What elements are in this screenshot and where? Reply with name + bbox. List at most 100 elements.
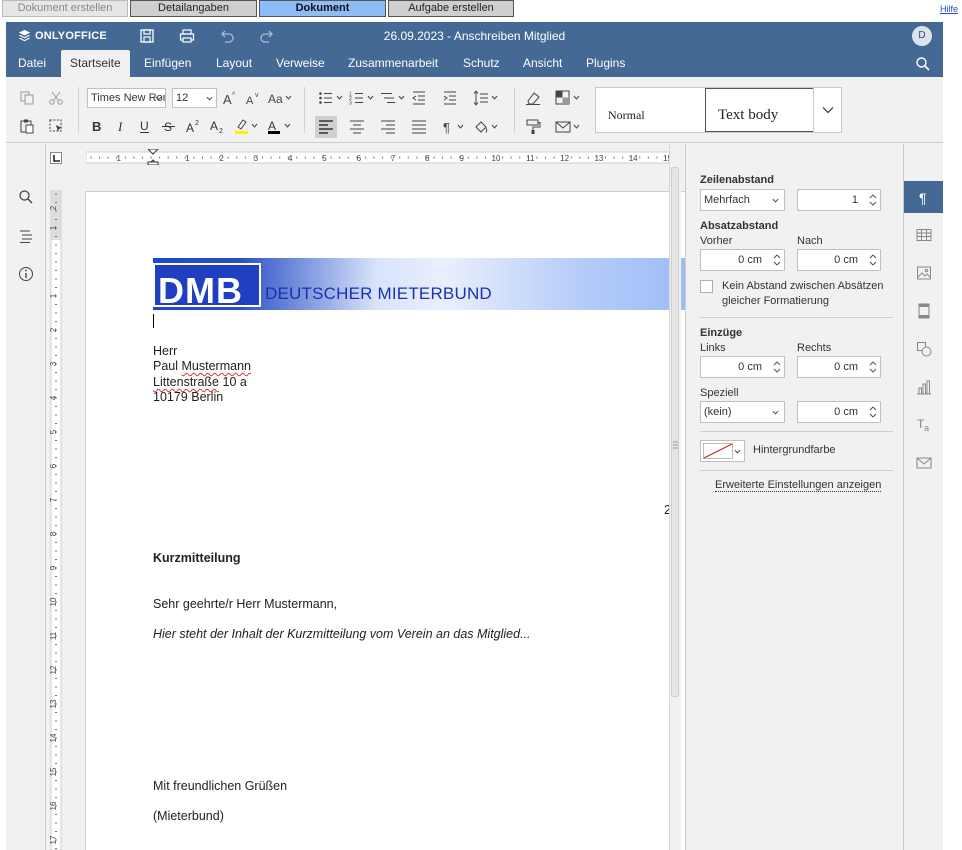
shape-settings-tab[interactable] [904,333,943,365]
wizard-tab-detailangaben[interactable]: Detailangaben [130,0,257,17]
tab-datei[interactable]: Datei [9,50,55,77]
spacing-after-spinner[interactable]: 0 cm [797,249,881,271]
select-all-icon[interactable] [48,118,64,134]
no-spacing-checkbox[interactable] [700,280,713,293]
change-case-icon[interactable]: Aa [268,90,292,106]
tab-verweise[interactable]: Verweise [267,50,334,77]
left-indent-marker[interactable] [147,161,159,165]
font-name-combo[interactable]: Times New Roman [87,88,166,108]
mail-merge-settings-tab[interactable] [904,447,943,479]
shading-icon[interactable] [473,119,499,135]
spinner-arrows-icon[interactable] [772,251,782,269]
dmb-logo-text: DMB [158,270,243,311]
line-spacing-value-spinner[interactable]: 1 [797,189,881,211]
search-icon[interactable] [915,56,931,72]
tab-schutz[interactable]: Schutz [454,50,509,77]
panel-divider [700,317,893,318]
advanced-settings-link[interactable]: Erweiterte Einstellungen anzeigen [715,479,882,492]
numbered-list-icon[interactable]: 123 [349,90,375,106]
subscript-icon[interactable]: A2 [209,118,225,134]
document-canvas[interactable]: DMB DEUTSCHER MIETERBUND Herr Paul Muste… [46,144,685,850]
align-left-button[interactable] [315,116,337,138]
wizard-tab-dokument-erstellen: Dokument erstellen [2,0,128,17]
spinner-arrows-icon[interactable] [868,191,878,209]
tab-layout[interactable]: Layout [207,50,261,77]
chart-settings-tab[interactable] [904,371,943,403]
help-link[interactable]: Hilfe [940,4,958,14]
line-spacing-icon[interactable] [473,90,499,106]
clear-style-icon[interactable] [525,90,541,106]
svg-text:A: A [186,121,194,134]
cut-icon[interactable] [48,90,64,106]
horizontal-ruler[interactable]: 1123456789101112131415 [86,149,670,165]
underline-icon[interactable]: U [137,118,153,134]
indent-right-spinner[interactable]: 0 cm [797,356,881,378]
italic-icon[interactable]: I [113,118,129,134]
tab-einfuegen[interactable]: Einfügen [135,50,200,77]
navigation-icon[interactable] [18,228,34,244]
paragraph-marks-icon[interactable]: ¶ [442,119,468,135]
svg-text:2: 2 [195,120,199,127]
scrollbar-thumb[interactable] [671,167,679,697]
tab-startseite[interactable]: Startseite [61,50,130,77]
decrease-indent-icon[interactable] [411,90,427,106]
info-icon[interactable] [18,266,34,282]
tab-stop-selector[interactable] [50,152,62,164]
decrease-font-icon[interactable]: Av [245,90,261,106]
copy-icon[interactable] [19,90,35,106]
spacing-before-value: 0 cm [738,254,762,266]
font-color-icon[interactable]: A [266,118,292,134]
align-center-icon[interactable] [349,119,365,135]
color-scheme-icon[interactable] [555,90,581,106]
toolbar-separator [514,87,515,133]
text-art-settings-tab[interactable]: Ta [904,409,943,441]
spacing-before-spinner[interactable]: 0 cm [700,249,785,271]
increase-font-icon[interactable]: A ^ [222,90,238,106]
wizard-tab-aufgabe-erstellen[interactable]: Aufgabe erstellen [388,0,514,17]
document-page[interactable]: DMB DEUTSCHER MIETERBUND Herr Paul Muste… [85,191,685,850]
spinner-arrows-icon[interactable] [868,403,878,421]
spinner-arrows-icon[interactable] [772,358,782,376]
align-right-icon[interactable] [380,119,396,135]
style-text-body[interactable]: Text body [705,88,814,132]
vertical-ruler[interactable]: 211234567891011121314151617 [50,190,62,850]
bullet-list-icon[interactable] [318,90,344,106]
line-spacing-mode-select[interactable]: Mehrfach [700,189,785,211]
background-color-picker[interactable] [700,440,745,462]
ruler-label: 12 [560,154,569,163]
header-footer-tab[interactable] [904,295,943,327]
search-icon[interactable] [18,189,34,205]
special-indent-select[interactable]: (kein) [700,401,785,423]
copy-style-icon[interactable] [525,119,541,135]
highlight-icon[interactable] [233,118,259,134]
ruler-label: 10 [492,154,501,163]
strikethrough-icon[interactable]: S [161,118,177,134]
right-tab-strip: ¶ Ta [903,144,943,850]
table-settings-tab[interactable] [904,219,943,251]
spinner-arrows-icon[interactable] [868,251,878,269]
style-normal[interactable]: Normal [596,88,705,132]
superscript-icon[interactable]: A2 [185,118,201,134]
wizard-tab-dokument[interactable]: Dokument [259,0,386,17]
shape-icon [917,342,932,357]
special-indent-spinner[interactable]: 0 cm [797,401,881,423]
style-gallery-expand[interactable] [813,88,841,132]
bold-icon[interactable]: B [89,118,105,134]
document-title: 26.09.2023 - Anschreiben Mitglied [383,29,566,43]
tab-left-icon [53,155,60,162]
tab-zusammenarbeit[interactable]: Zusammenarbeit [339,50,447,77]
image-settings-tab[interactable] [904,257,943,289]
mail-merge-icon[interactable] [555,119,581,135]
justify-icon[interactable] [411,119,427,135]
paragraph-settings-tab[interactable]: ¶ [904,181,943,213]
spinner-arrows-icon[interactable] [868,358,878,376]
user-avatar[interactable]: D [912,26,932,46]
paste-icon[interactable] [19,118,35,134]
multilevel-list-icon[interactable] [380,90,406,106]
tab-plugins[interactable]: Plugins [577,50,634,77]
indent-left-spinner[interactable]: 0 cm [700,356,785,378]
spacing-before-label: Vorher [700,235,733,247]
tab-ansicht[interactable]: Ansicht [514,50,571,77]
increase-indent-icon[interactable] [442,90,458,106]
font-size-combo[interactable]: 12 [172,88,217,108]
